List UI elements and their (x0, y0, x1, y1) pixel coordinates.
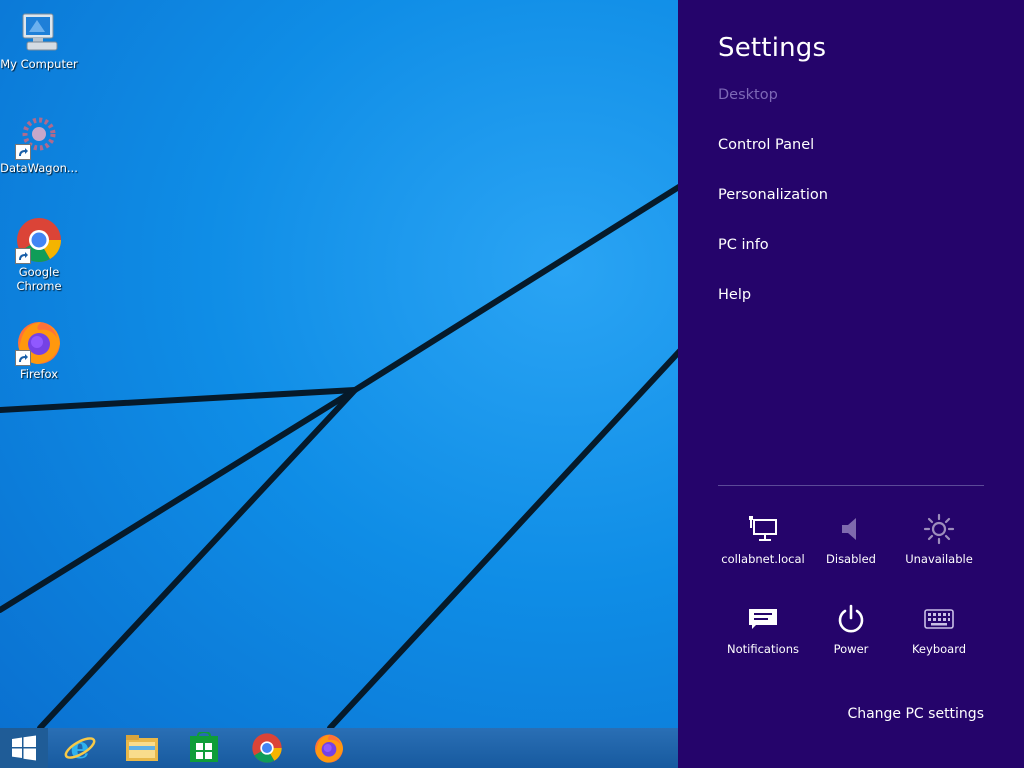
desktop-icon-label: Firefox (19, 367, 59, 381)
start-button[interactable] (0, 728, 48, 768)
keyboard-icon (895, 602, 983, 636)
settings-item-control-panel[interactable]: Control Panel (718, 137, 814, 153)
quick-label: Disabled (826, 552, 876, 566)
quick-volume-button[interactable]: Disabled (807, 512, 895, 566)
svg-text:e: e (70, 731, 89, 765)
quick-network-button[interactable]: collabnet.local (719, 512, 807, 566)
taskbar-firefox[interactable] (302, 728, 356, 768)
chrome-icon (252, 733, 282, 763)
settings-charm-panel: Settings Desktop Control Panel Personali… (678, 0, 1024, 768)
desktop-icon-google-chrome[interactable]: Google Chrome (0, 216, 78, 293)
taskbar-windows-store[interactable] (177, 728, 231, 768)
notifications-icon (719, 602, 807, 636)
desktop-icon-my-computer[interactable]: My Computer (0, 8, 78, 71)
datawagon-icon (15, 112, 63, 160)
quick-label: Keyboard (911, 642, 967, 656)
quick-power-button[interactable]: Power (807, 602, 895, 656)
file-explorer-icon (126, 735, 158, 761)
computer-icon (15, 8, 63, 56)
settings-divider (718, 485, 984, 486)
quick-label: Notifications (727, 642, 799, 656)
quick-notifications-button[interactable]: Notifications (719, 602, 807, 656)
volume-icon (807, 512, 895, 546)
taskbar-internet-explorer[interactable]: e (53, 728, 107, 768)
desktop-icon-label: DataWagon... (0, 161, 78, 175)
settings-item-help[interactable]: Help (718, 287, 751, 303)
desktop-icon-label: Google Chrome (16, 265, 62, 293)
settings-item-desktop: Desktop (718, 87, 778, 103)
power-icon (807, 602, 895, 636)
settings-item-personalization[interactable]: Personalization (718, 187, 828, 203)
firefox-icon (315, 734, 343, 763)
change-pc-settings-link[interactable]: Change PC settings (847, 706, 984, 722)
quick-brightness-button[interactable]: Unavailable (895, 512, 983, 566)
quick-label: Power (833, 642, 869, 656)
quick-keyboard-button[interactable]: Keyboard (895, 602, 983, 656)
quick-label: Unavailable (905, 552, 973, 566)
desktop-icon-label: My Computer (0, 57, 78, 71)
brightness-icon (895, 512, 983, 546)
network-icon (719, 512, 807, 546)
windows-start-icon (12, 735, 36, 761)
internet-explorer-icon: e (64, 731, 96, 765)
settings-title: Settings (718, 33, 827, 63)
shortcut-arrow-icon (15, 248, 31, 264)
settings-item-pc-info[interactable]: PC info (718, 237, 769, 253)
taskbar-chrome[interactable] (240, 728, 294, 768)
windows-store-icon (190, 732, 218, 762)
shortcut-arrow-icon (15, 144, 31, 160)
quick-label: collabnet.local (721, 552, 805, 566)
chrome-icon (15, 216, 63, 264)
firefox-icon (15, 318, 63, 366)
shortcut-arrow-icon (15, 350, 31, 366)
desktop-icon-datawagon[interactable]: DataWagon... (0, 112, 78, 175)
desktop-icon-firefox[interactable]: Firefox (0, 318, 78, 381)
taskbar-file-explorer[interactable] (115, 728, 169, 768)
